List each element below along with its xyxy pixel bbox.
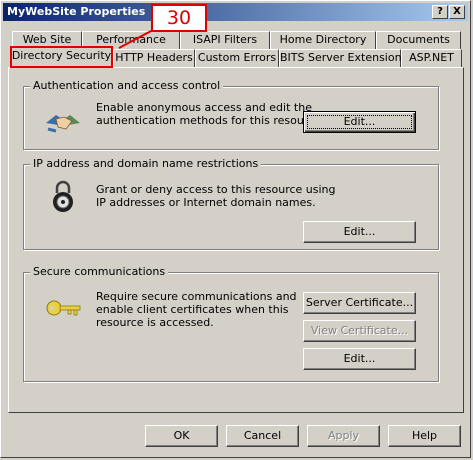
step-callout-badge: 30	[151, 4, 207, 32]
help-button[interactable]: Help	[388, 425, 461, 447]
tab-panel-directory-security: Authentication and access control Enable…	[8, 67, 464, 413]
secure-description-line2: enable client certificates when this	[96, 303, 289, 316]
ip-edit-button[interactable]: Edit...	[303, 221, 416, 243]
cancel-button[interactable]: Cancel	[226, 425, 299, 447]
secure-edit-button[interactable]: Edit...	[303, 348, 416, 370]
ip-description-line2: IP addresses or Internet domain names.	[96, 196, 316, 209]
secure-group-title: Secure communications	[30, 265, 169, 278]
secure-description-line3: resource is accessed.	[96, 316, 214, 329]
handshake-icon	[46, 115, 80, 133]
auth-group: Authentication and access control Enable…	[23, 79, 439, 150]
auth-edit-button[interactable]: Edit...	[303, 111, 416, 133]
properties-dialog: MyWebSite Properties ? X Web Site Perfor…	[0, 0, 471, 458]
callout-arrow-icon	[118, 29, 154, 49]
server-certificate-button[interactable]: Server Certificate...	[303, 292, 416, 314]
callout-highlight	[10, 46, 113, 68]
padlock-icon	[53, 180, 73, 212]
apply-button[interactable]: Apply	[307, 425, 380, 447]
secure-communications-group: Secure communications Require secure com…	[23, 265, 439, 382]
auth-description-line1: Enable anonymous access and edit the	[96, 101, 312, 114]
auth-description-line2: authentication methods for this resource…	[96, 114, 325, 127]
ip-restrictions-group: IP address and domain name restrictions …	[23, 157, 439, 250]
key-icon	[46, 300, 81, 316]
ip-description-line1: Grant or deny access to this resource us…	[96, 183, 336, 196]
ip-group-title: IP address and domain name restrictions	[30, 157, 262, 170]
ok-button[interactable]: OK	[145, 425, 218, 447]
secure-description-line1: Require secure communications and	[96, 290, 297, 303]
view-certificate-button[interactable]: View Certificate...	[303, 320, 416, 342]
